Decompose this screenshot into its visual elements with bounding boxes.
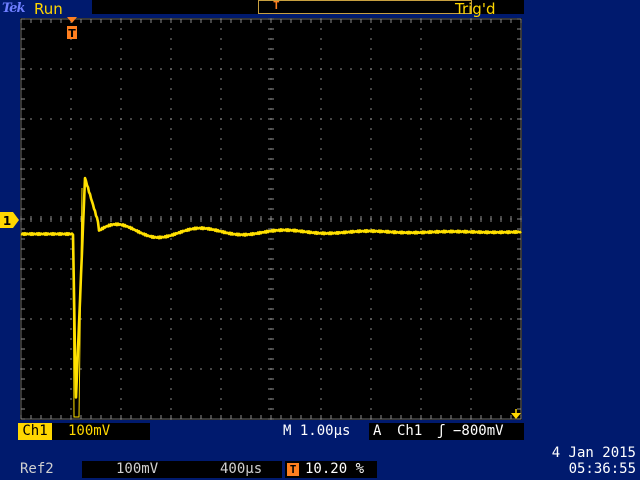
trigger-readout: A Ch1 ʃ −800mV (369, 423, 524, 440)
trigger-status: Trig'd (455, 0, 496, 18)
top-status-bar: Tek Run T Trig'd (0, 0, 640, 18)
svg-text:T: T (68, 27, 76, 40)
ch1-scale-readout: 100mV (52, 423, 150, 440)
ch1-waveform (20, 176, 522, 418)
trigger-position-marker-icon[interactable]: T (66, 17, 78, 43)
trigger-mode: A (373, 423, 382, 439)
ref2-readout: 100mV 400µs (82, 461, 282, 478)
oscilloscope-screen: Tek Run T Trig'd T 1 Ch1 100mV M 1.00µs … (0, 0, 640, 480)
tek-logo: Tek (2, 1, 25, 16)
record-trigger-marker-icon: T (273, 0, 280, 12)
timebase-readout: M 1.00µs (283, 423, 351, 439)
ref2-label[interactable]: Ref2 (20, 461, 54, 478)
time-display: 05:36:55 (568, 461, 636, 477)
ref2-scale: 100mV (116, 461, 159, 477)
trigger-source: Ch1 (397, 423, 423, 439)
record-view-window[interactable] (258, 0, 472, 14)
trigger-position-icon: T (287, 463, 299, 476)
graticule[interactable] (20, 18, 522, 420)
ref2-timebase: 400µs (220, 461, 263, 477)
trigger-level: −800mV (453, 423, 504, 439)
ch1-ground-marker-icon[interactable]: 1 (0, 212, 20, 228)
ch1-label[interactable]: Ch1 (18, 423, 52, 440)
acquisition-state[interactable]: Run (34, 0, 63, 18)
trigger-position-readout: T 10.20 % (285, 461, 377, 478)
trigger-slope-icon: ʃ (437, 423, 446, 439)
trigger-level-arrow-icon[interactable] (510, 409, 522, 419)
ch1-trace (20, 176, 522, 399)
date-display: 4 Jan 2015 (551, 445, 636, 461)
trigger-position-value: 10.20 % (305, 461, 365, 477)
svg-text:1: 1 (3, 214, 11, 228)
